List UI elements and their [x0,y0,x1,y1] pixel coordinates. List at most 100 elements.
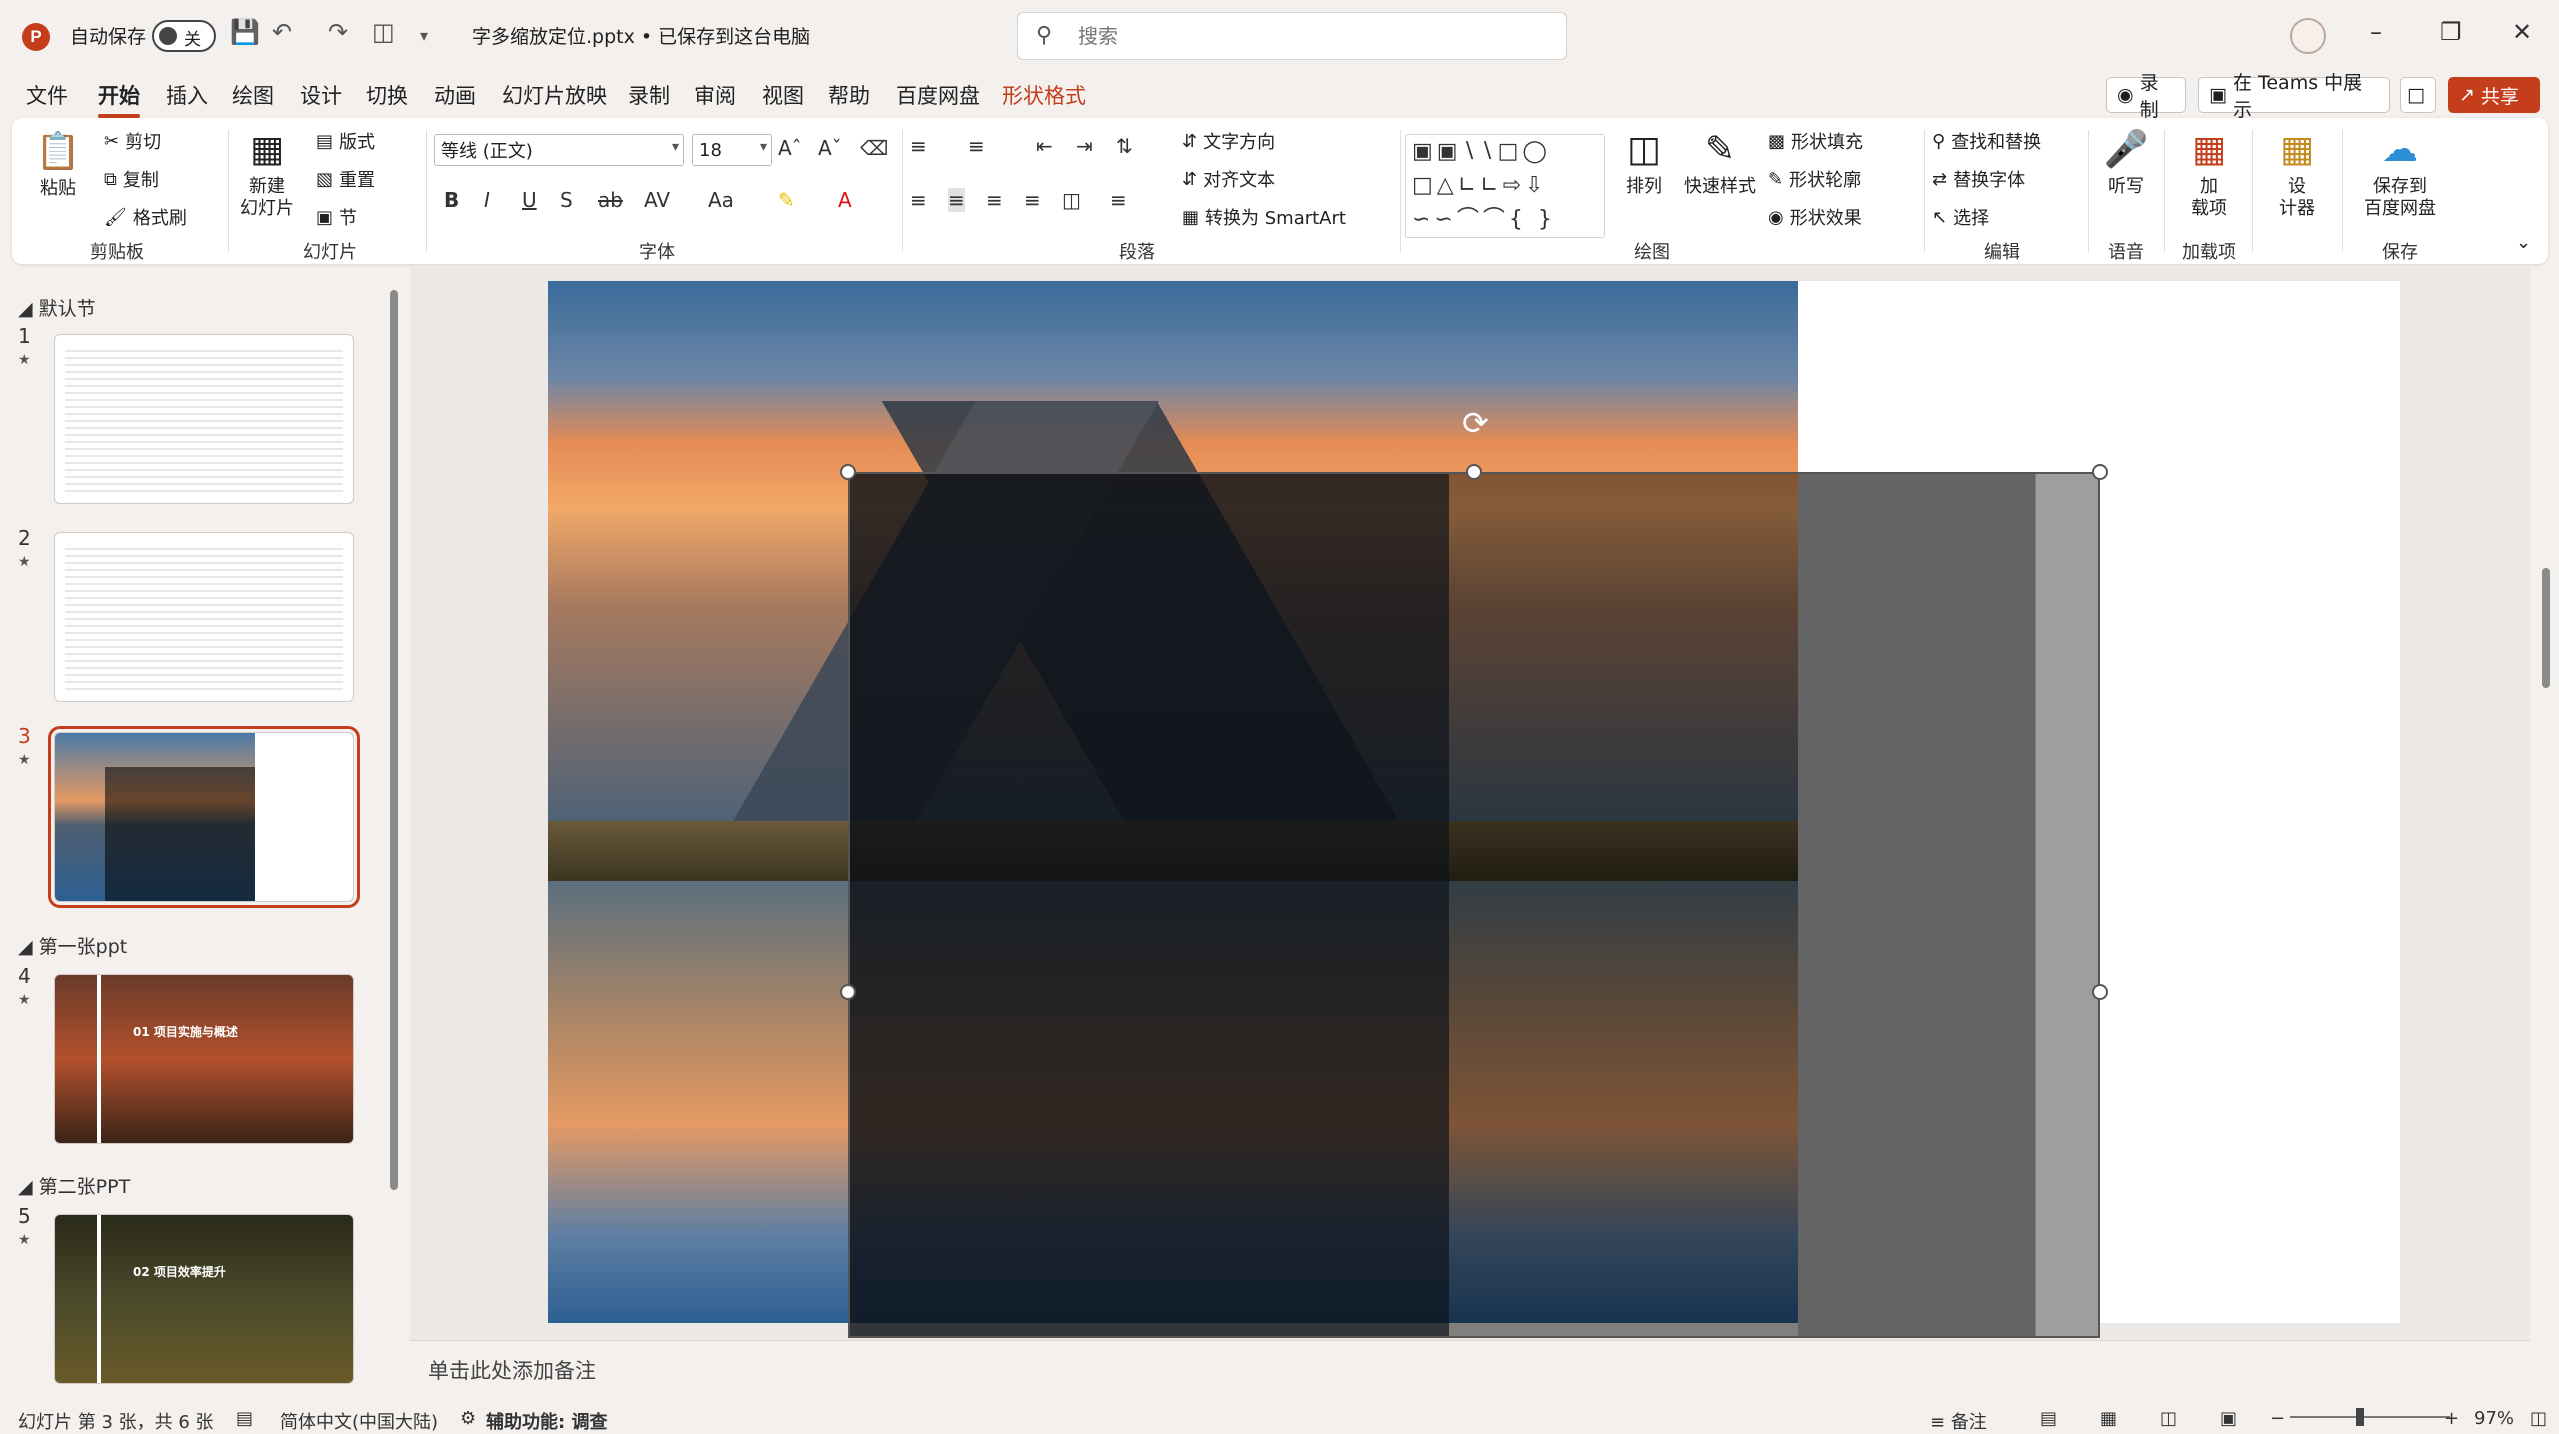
canvas-scrollbar[interactable] [2538,268,2556,1358]
tab-baidu[interactable]: 百度网盘 [896,80,980,110]
reading-view-icon[interactable]: ◫ [2160,1408,2177,1429]
decrease-indent-icon[interactable]: ⇤ [1036,134,1053,158]
underline-button[interactable]: U [522,188,537,212]
selected-rectangle-shape[interactable] [848,472,2100,1338]
resize-handle-top-right[interactable] [2092,464,2108,480]
notes-pane[interactable]: 单击此处添加备注 [410,1340,2530,1392]
columns-icon[interactable]: ◫ [1062,188,1081,212]
select-button[interactable]: ↖ 选择 [1932,204,1989,230]
autosave-toggle[interactable]: 关 [152,20,216,52]
reset-button[interactable]: ▧ 重置 [316,166,375,192]
char-spacing-button[interactable]: AV [644,188,670,212]
shadow-button[interactable]: S [560,188,573,212]
section-title-default[interactable]: ◢ 默认节 [18,294,96,321]
search-input[interactable] [1078,21,1548,51]
maximize-icon[interactable]: ❐ [2440,18,2462,46]
notes-toggle[interactable]: ≡ 备注 [1930,1408,1987,1434]
comments-button[interactable]: □ [2400,77,2436,113]
resize-handle-left[interactable] [840,984,856,1000]
addins-button[interactable]: ▦ 加 载项 [2172,128,2246,220]
accessibility-status[interactable]: 辅助功能: 调查 [486,1408,607,1434]
zoom-slider[interactable] [2290,1416,2450,1418]
spellcheck-icon[interactable]: ▤ [236,1408,253,1429]
clear-format-icon[interactable]: ⌫ [860,136,888,160]
find-replace-button[interactable]: ⚲ 查找和替换 [1932,128,2041,154]
slides-panel-scrollbar[interactable] [388,276,400,1396]
search-box[interactable]: ⚲ [1017,12,1567,60]
collapse-ribbon-icon[interactable]: ⌄ [2516,232,2531,253]
slide-thumbnail-3[interactable] [48,726,360,908]
scrollbar-thumb[interactable] [390,290,398,1190]
language-indicator[interactable]: 简体中文(中国大陆) [280,1408,438,1434]
justify-icon[interactable]: ≡ [1024,188,1041,212]
italic-button[interactable]: I [484,188,490,212]
shape-outline-button[interactable]: ✎ 形状轮廓 [1768,166,1861,192]
avatar[interactable] [2290,18,2326,54]
fit-to-window-icon[interactable]: ◫ [2530,1408,2547,1429]
slideshow-icon[interactable]: ▣ [2220,1408,2237,1429]
tab-insert[interactable]: 插入 [166,80,208,110]
tab-review[interactable]: 审阅 [694,80,736,110]
font-color-icon[interactable]: A [838,188,852,212]
new-slide-button[interactable]: ▦ 新建 幻灯片 [236,128,298,220]
shrink-font-icon[interactable]: Aˇ [818,136,842,160]
section-title-second[interactable]: ◢ 第二张PPT [18,1172,130,1199]
increase-indent-icon[interactable]: ⇥ [1076,134,1093,158]
font-size-combo[interactable]: 18 ▾ [692,134,772,166]
arrange-button[interactable]: ◫ 排列 [1616,128,1672,198]
format-painter-button[interactable]: 🖌 格式刷 [104,204,187,230]
rotate-handle-icon[interactable]: ⟳ [1462,404,1489,442]
resize-handle-top-left[interactable] [840,464,856,480]
record-button[interactable]: ◉ 录制 [2106,72,2186,121]
tab-home[interactable]: 开始 [98,80,140,118]
strikethrough-button[interactable]: ab [598,188,623,212]
customize-icon[interactable]: ▾ [420,26,428,45]
replace-font-button[interactable]: ⇄ 替换字体 [1932,166,2025,192]
slide-thumbnail-5[interactable]: 02 项目效率提升 [54,1214,354,1384]
slide-thumbnail-2[interactable] [54,532,354,702]
normal-view-icon[interactable]: ▤ [2040,1408,2057,1429]
tab-design[interactable]: 设计 [300,80,342,110]
save-icon[interactable]: 💾 [230,18,260,46]
highlight-icon[interactable]: ✎ [778,188,795,212]
slide-thumbnail-4[interactable]: 01 项目实施与概述 [54,974,354,1144]
change-case-button[interactable]: Aa [708,188,734,212]
resize-handle-top[interactable] [1466,464,1482,480]
tab-draw[interactable]: 绘图 [232,80,274,110]
document-title[interactable]: 字多缩放定位.pptx • 已保存到这台电脑 [472,22,810,49]
cut-button[interactable]: ✂ 剪切 [104,128,161,154]
align-text-button[interactable]: ⇵ 对齐文本 [1182,166,1275,192]
paste-button[interactable]: 📋 粘贴 [34,130,82,200]
numbering-icon[interactable]: ≡ [968,134,985,158]
slide-thumbnail-1[interactable] [54,334,354,504]
scrollbar-thumb[interactable] [2542,568,2550,688]
zoom-slider-knob[interactable] [2356,1408,2364,1426]
shape-effects-button[interactable]: ◉ 形状效果 [1768,204,1862,230]
slide-sorter-icon[interactable]: ▦ [2100,1408,2117,1429]
align-right-icon[interactable]: ≡ [986,188,1003,212]
dictate-button[interactable]: 🎤 听写 [2098,128,2154,198]
bold-button[interactable]: B [444,188,459,212]
tab-file[interactable]: 文件 [26,80,68,110]
tab-view[interactable]: 视图 [762,80,804,110]
tab-transitions[interactable]: 切换 [366,80,408,110]
shapes-gallery[interactable]: ▣▣∖∖□◯ □△∟∟⇨⇩ ∽∽⌒⌒{ } [1405,134,1605,238]
tab-animations[interactable]: 动画 [434,80,476,110]
quick-styles-button[interactable]: ✎ 快速样式 [1680,128,1760,198]
text-direction-button[interactable]: ⇵ 文字方向 [1182,128,1275,154]
align-center-icon[interactable]: ≡ [948,188,965,212]
zoom-level[interactable]: 97% [2474,1408,2514,1429]
section-title-first[interactable]: ◢ 第一张ppt [18,932,127,959]
smartart-button[interactable]: ▦ 转换为 SmartArt [1182,204,1346,230]
grow-font-icon[interactable]: Aˆ [778,136,802,160]
zoom-in-icon[interactable]: + [2444,1408,2459,1429]
redo-icon[interactable]: ↷ [328,18,348,46]
shape-fill-button[interactable]: ▩ 形状填充 [1768,128,1863,154]
minimize-icon[interactable]: – [2370,18,2382,46]
copy-button[interactable]: ⧉ 复制 [104,166,159,192]
designer-button[interactable]: ▦ 设 计器 [2260,128,2334,220]
zoom-out-icon[interactable]: − [2270,1408,2285,1429]
tab-record[interactable]: 录制 [628,80,670,110]
undo-icon[interactable]: ↶ [272,18,292,46]
present-icon[interactable]: ◫ [372,18,395,46]
